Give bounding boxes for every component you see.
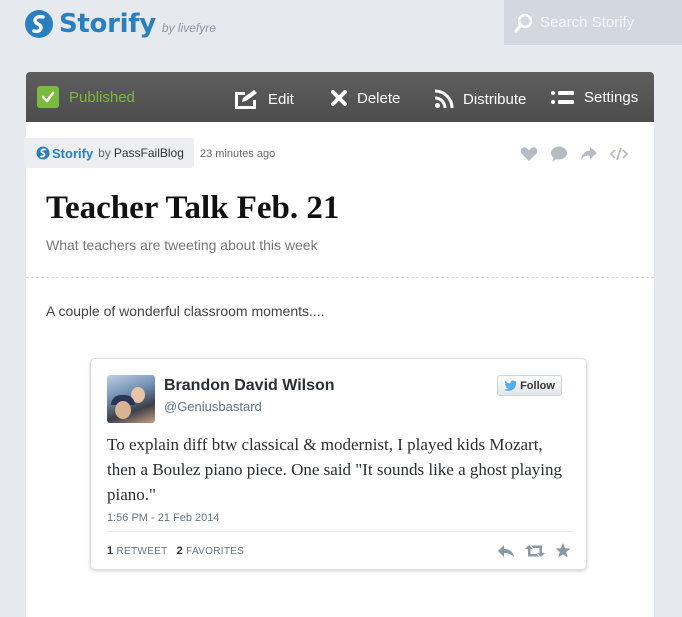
story-card: Published Edit Delete Distribute Setting… [24, 72, 654, 617]
story-title: Teacher Talk Feb. 21 [46, 190, 340, 226]
tweet-author-name[interactable]: Brandon David Wilson [164, 377, 335, 395]
check-icon [37, 86, 59, 108]
tweet-actions [497, 543, 581, 558]
edit-button[interactable]: Edit [233, 89, 294, 109]
follow-button[interactable]: Follow [497, 375, 562, 396]
story-byline[interactable]: Storify by PassFailBlog [24, 138, 194, 168]
tweet-date[interactable]: 1:56 PM - 21 Feb 2014 [107, 512, 220, 524]
delete-button[interactable]: Delete [330, 89, 400, 107]
retweet-icon[interactable] [525, 544, 545, 558]
retweet-label: RETWEET [116, 546, 168, 557]
tweet-author-handle[interactable]: @Geniusbastard [164, 399, 262, 414]
distribute-label: Distribute [463, 90, 527, 108]
favorite-label: FAVORITES [186, 546, 245, 557]
share-icon[interactable] [580, 146, 598, 162]
reply-icon[interactable] [497, 544, 515, 558]
story-intro-text: A couple of wonderful classroom moments.… [46, 303, 325, 319]
avatar[interactable] [107, 375, 155, 423]
published-label: Published [69, 88, 135, 106]
delete-label: Delete [357, 89, 401, 107]
star-icon[interactable] [555, 543, 571, 558]
favorite-count: 2 [176, 545, 183, 557]
search-input[interactable] [540, 14, 670, 31]
heart-icon[interactable] [520, 146, 538, 162]
story-actions [520, 146, 640, 162]
edit-icon [235, 90, 257, 109]
comment-icon[interactable] [550, 146, 568, 162]
distribute-button[interactable]: Distribute [434, 89, 526, 109]
embed-icon[interactable] [610, 146, 628, 162]
published-toggle[interactable]: Published [37, 86, 135, 108]
follow-label: Follow [520, 379, 555, 392]
story-toolbar: Published Edit Delete Distribute Setting… [26, 72, 654, 122]
search-box[interactable] [504, 0, 682, 45]
search-icon [514, 13, 533, 32]
logo-text: Storify [59, 9, 156, 39]
divider [107, 531, 572, 532]
storify-mini-logo: Storify [36, 146, 93, 161]
avatar-face [115, 401, 131, 419]
storify-s-icon [36, 146, 50, 160]
list-icon [551, 90, 574, 104]
retweet-count: 1 [107, 545, 114, 557]
divider [26, 277, 654, 278]
byline-author[interactable]: PassFailBlog [114, 146, 184, 160]
settings-button[interactable]: Settings [551, 89, 638, 106]
byline-by: by [98, 146, 111, 160]
logo-sub: by livefyre [161, 21, 216, 35]
byline-brand: Storify [52, 145, 94, 161]
tweet-text: To explain diff btw classical & modernis… [107, 435, 562, 504]
edit-label: Edit [268, 90, 294, 108]
tweet-stats: 1 RETWEET 2 FAVORITES [107, 545, 244, 557]
storify-logo[interactable]: Storify by livefyre [24, 9, 216, 39]
close-icon [331, 90, 347, 106]
settings-label: Settings [584, 89, 639, 106]
embedded-tweet: Brandon David Wilson @Geniusbastard Foll… [90, 358, 587, 570]
twitter-bird-icon [504, 380, 517, 391]
story-timestamp: 23 minutes ago [200, 148, 276, 160]
top-header: Storify by livefyre [0, 0, 682, 45]
story-subtitle: What teachers are tweeting about this we… [46, 237, 318, 253]
storify-s-icon [25, 10, 53, 38]
rss-icon [434, 89, 454, 109]
